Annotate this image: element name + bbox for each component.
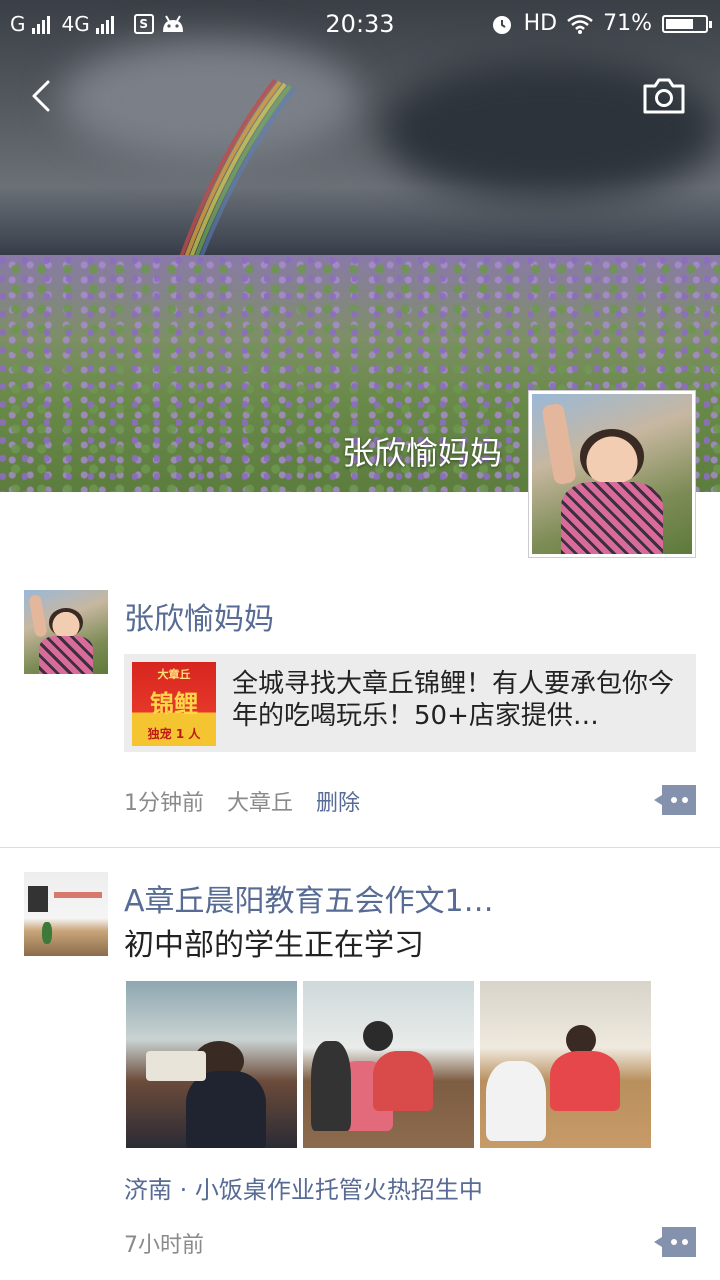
camera-icon[interactable] xyxy=(640,74,688,118)
rainbow-graphic xyxy=(178,78,297,260)
hd-label: HD xyxy=(523,11,558,36)
thumb-main-text: 锦鲤 xyxy=(150,690,198,718)
shared-link-title: 全城寻找大章丘锦鲤！有人要承包你今年的吃喝玩乐！50+店家提供… xyxy=(232,669,675,731)
alarm-icon xyxy=(492,15,511,34)
comment-more-icon[interactable] xyxy=(654,785,696,815)
shared-link-card[interactable]: 大章丘 锦鲤 独宠 1 人 全城寻找大章丘锦鲤！有人要承包你今年的吃喝玩乐！50… xyxy=(124,654,696,752)
poster-frame xyxy=(28,886,48,912)
post-meta: 7小时前 xyxy=(124,1227,220,1259)
battery-icon xyxy=(662,14,712,33)
post-avatar[interactable] xyxy=(24,590,108,674)
post-avatar[interactable] xyxy=(24,872,108,956)
thumb-bottom-text: 独宠 1 人 xyxy=(147,727,201,741)
chevron-left-icon[interactable] xyxy=(22,74,66,118)
post-author[interactable]: A章丘晨阳教育五会作文1… xyxy=(124,876,494,920)
post-divider xyxy=(0,847,720,848)
battery-percent: 71% xyxy=(603,11,652,36)
post-time: 7小时前 xyxy=(124,1233,204,1258)
post-author[interactable]: 张欣愉妈妈 xyxy=(124,594,274,638)
post-photo[interactable] xyxy=(126,981,297,1148)
post-meta: 1分钟前 大章丘 删除 xyxy=(124,785,376,817)
post-photo[interactable] xyxy=(303,981,474,1148)
delete-link[interactable]: 删除 xyxy=(316,791,360,816)
post-photo[interactable] xyxy=(480,981,651,1148)
post-time: 1分钟前 xyxy=(124,791,204,816)
wifi-icon xyxy=(567,14,593,34)
status-bar: G 4G S 20:33 HD 71% xyxy=(0,0,720,50)
plant xyxy=(42,922,52,944)
shared-link-thumbnail: 大章丘 锦鲤 独宠 1 人 xyxy=(132,662,216,746)
cover-username[interactable]: 张欣愉妈妈 xyxy=(342,428,502,474)
profile-avatar[interactable] xyxy=(528,390,696,558)
thumb-top-text: 大章丘 xyxy=(157,668,191,681)
photo-grid xyxy=(126,981,651,1148)
wall-sign xyxy=(54,892,102,898)
post-text: 初中部的学生正在学习 xyxy=(124,928,424,963)
comment-more-icon[interactable] xyxy=(654,1227,696,1257)
post-location[interactable]: 大章丘 xyxy=(227,791,293,816)
post-location[interactable]: 济南 · 小饭桌作业托管火热招生中 xyxy=(124,1170,483,1205)
